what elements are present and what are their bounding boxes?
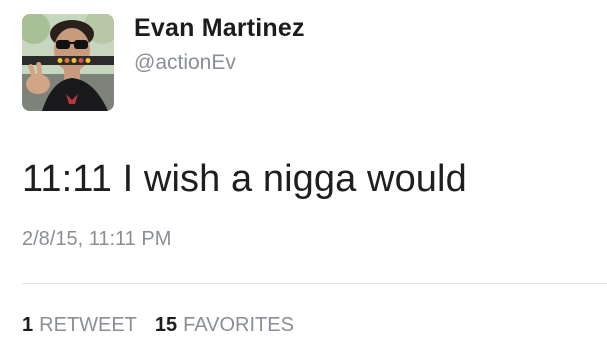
favorite-label: FAVORITES [183, 314, 294, 336]
avatar-photo [22, 14, 114, 111]
tweet-text: 11:11 I wish a nigga would [22, 158, 467, 200]
tweet-timestamp[interactable]: 2/8/15, 11:11 PM [22, 228, 171, 251]
retweets-stat[interactable]: 1 RETWEET [22, 314, 137, 337]
retweet-count: 1 [22, 314, 34, 336]
user-display-name[interactable]: Evan Martinez [134, 14, 305, 43]
avatar[interactable] [22, 14, 114, 111]
favorite-count: 15 [154, 314, 178, 336]
tweet-card: Evan Martinez @actionEv 11:11 I wish a n… [0, 0, 607, 341]
divider [22, 283, 607, 284]
retweet-label: RETWEET [39, 314, 137, 336]
tweet-stats: 1 RETWEET 15 FAVORITES [22, 314, 294, 337]
favorites-stat[interactable]: 15 FAVORITES [155, 314, 294, 337]
user-handle[interactable]: @actionEv [134, 51, 236, 75]
